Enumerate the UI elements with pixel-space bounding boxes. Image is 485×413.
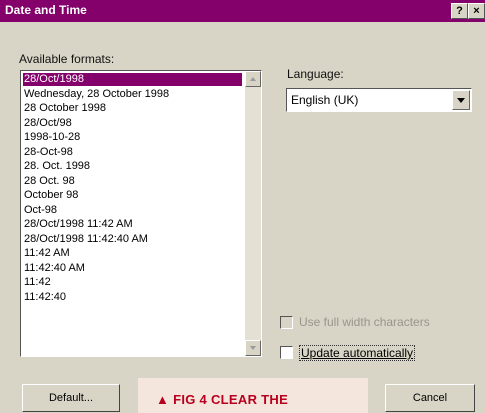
format-item[interactable]: 28/Oct/1998 11:42 AM — [23, 218, 242, 231]
format-item[interactable]: Wednesday, 28 October 1998 — [23, 88, 242, 101]
format-item[interactable]: 28/Oct/98 — [23, 117, 242, 130]
format-item[interactable]: 28/Oct/1998 11:42:40 AM — [23, 233, 242, 246]
cancel-button[interactable]: Cancel — [385, 384, 475, 412]
format-item[interactable]: 11:42:40 — [23, 291, 242, 304]
format-item[interactable]: October 98 — [23, 189, 242, 202]
language-value: English (UK) — [291, 93, 359, 107]
format-item[interactable]: 28-Oct-98 — [23, 146, 242, 159]
formats-listbox[interactable]: 28/Oct/1998 Wednesday, 28 October 1998 28 … — [20, 70, 262, 357]
format-item[interactable]: 28 October 1998 — [23, 102, 242, 115]
window-title: Date and Time — [5, 3, 87, 17]
format-item[interactable]: 11:42:40 AM — [23, 262, 242, 275]
format-item[interactable]: 28. Oct. 1998 — [23, 160, 242, 173]
update-automatically-checkbox[interactable] — [280, 346, 293, 359]
format-item[interactable]: 1998-10-28 — [23, 131, 242, 144]
title-bar[interactable]: Date and Time ? × — [0, 0, 485, 22]
language-label: Language: — [287, 67, 344, 81]
scroll-up-button[interactable] — [245, 71, 261, 87]
formats-scrollbar[interactable] — [245, 71, 261, 356]
available-formats-label: Available formats: — [19, 52, 115, 66]
help-button[interactable]: ? — [451, 3, 468, 19]
full-width-label: Use full width characters — [299, 315, 430, 329]
language-select[interactable]: English (UK) — [286, 88, 472, 112]
language-dropdown-button[interactable] — [452, 90, 470, 110]
figure-caption: ▲ FIG 4 CLEAR THE — [138, 378, 368, 413]
chevron-down-icon — [457, 98, 465, 103]
caption-text: ▲ FIG 4 CLEAR THE — [156, 392, 289, 407]
close-button[interactable]: × — [468, 3, 485, 19]
format-item[interactable]: 11:42 AM — [23, 247, 242, 260]
format-item[interactable]: 11:42 — [23, 276, 242, 289]
default-button[interactable]: Default... — [22, 384, 120, 412]
chevron-up-icon — [250, 77, 256, 81]
format-item[interactable]: 28 Oct. 98 — [23, 175, 242, 188]
format-item[interactable]: Oct-98 — [23, 204, 242, 217]
update-automatically-label: Update automatically — [299, 345, 416, 361]
full-width-checkbox[interactable] — [280, 316, 293, 329]
format-item[interactable]: 28/Oct/1998 — [23, 73, 242, 86]
date-and-time-dialog: Date and Time ? × Available formats: 28/… — [0, 0, 485, 413]
scroll-down-button[interactable] — [245, 340, 261, 356]
chevron-down-icon — [250, 346, 256, 350]
